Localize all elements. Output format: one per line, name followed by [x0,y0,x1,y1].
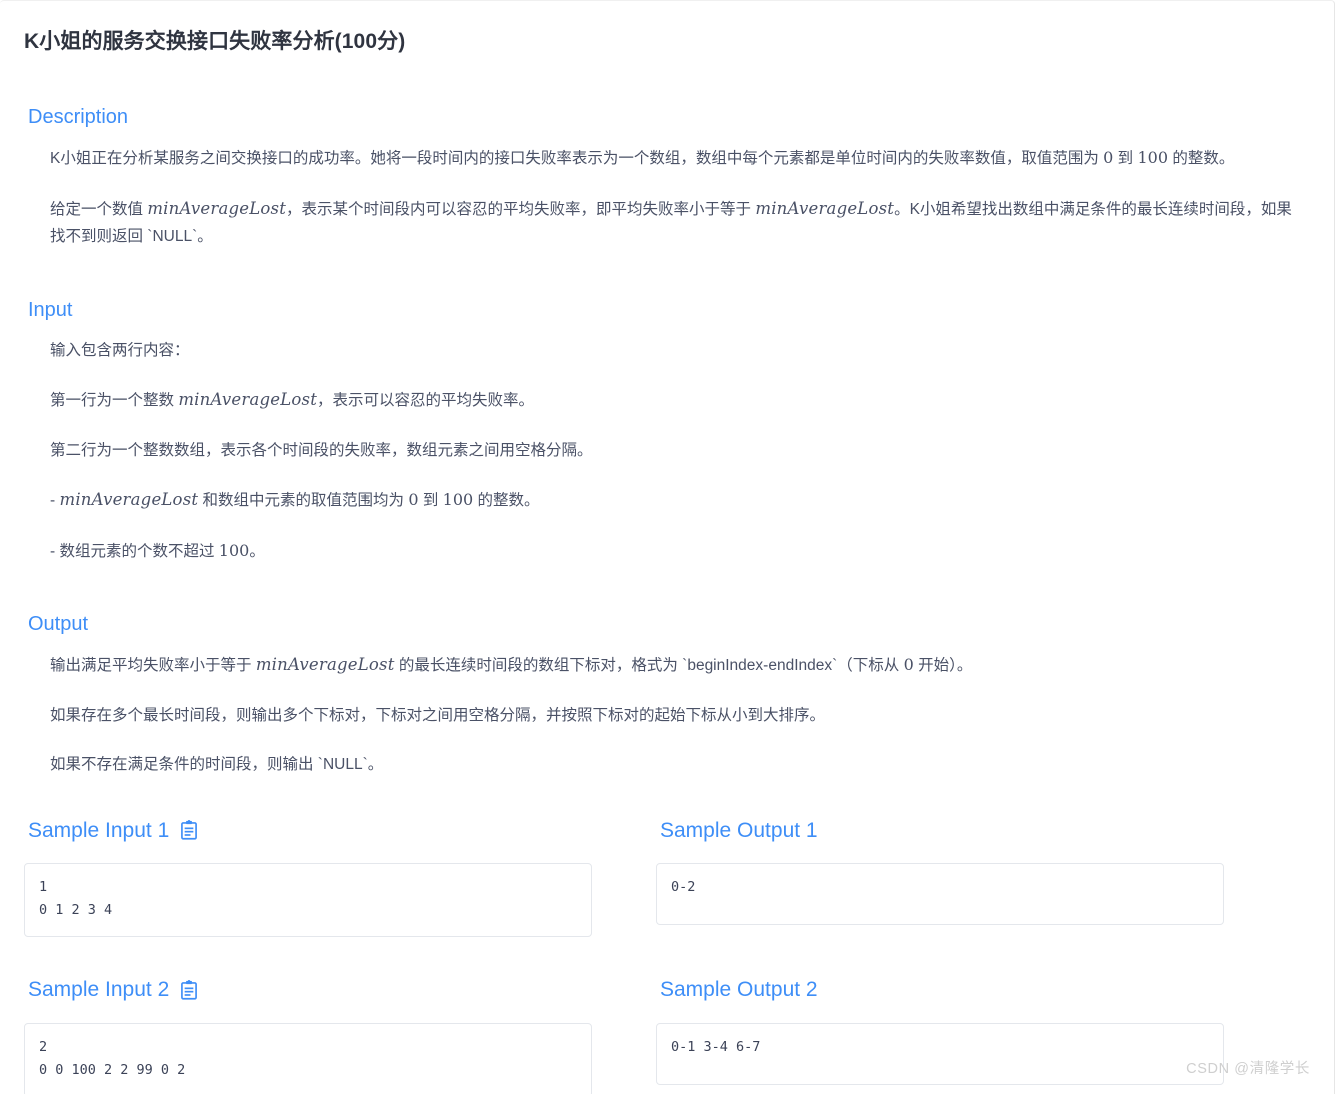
description-body: K小姐正在分析某服务之间交换接口的成功率。她将一段时间内的接口失败率表示为一个数… [50,144,1310,250]
sample-output-2-label: Sample Output 2 [660,978,818,1002]
paragraph: - minAverageLost 和数组中元素的取值范围均为 0 到 100 的… [50,489,540,509]
clipboard-icon[interactable] [179,820,199,840]
output-body: 输出满足平均失败率小于等于 minAverageLost 的最长连续时间段的数组… [50,651,1310,778]
paragraph: 给定一个数值 minAverageLost，表示某个时间段内可以容忍的平均失败率… [50,198,1292,246]
page-title: K小姐的服务交换接口失败率分析(100分) [24,30,406,53]
section-heading-description: Description [28,106,129,129]
sample-pair-2: Sample Input 2 2 0 0 100 2 2 99 0 2 Samp… [24,977,1310,1094]
paragraph: 第一行为一个整数 minAverageLost，表示可以容忍的平均失败率。 [50,389,535,409]
paragraph: 第二行为一个整数数组，表示各个时间段的失败率，数组元素之间用空格分隔。 [50,441,593,459]
content-container: K小姐的服务交换接口失败率分析(100分) Description K小姐正在分… [0,1,1334,1094]
sample-input-1-code: 1 0 1 2 3 4 [24,862,592,938]
paragraph: - 数组元素的个数不超过 100。 [50,540,265,560]
sample-input-2-label: Sample Input 2 [28,978,170,1002]
section-heading-output: Output [28,612,89,635]
sample-input-1-header: Sample Input 1 [28,818,592,843]
problem-page: K小姐的服务交换接口失败率分析(100分) Description K小姐正在分… [0,0,1335,1094]
sample-output-1-label: Sample Output 1 [660,818,818,842]
paragraph: 如果存在多个最长时间段，则输出多个下标对，下标对之间用空格分隔，并按照下标对的起… [50,706,826,724]
sample-output-1-header: Sample Output 1 [660,818,1224,843]
paragraph: 输入包含两行内容： [50,341,190,359]
sample-input-1-label: Sample Input 1 [28,818,170,842]
sample-input-2-column: Sample Input 2 2 0 0 100 2 2 99 0 2 [24,977,592,1094]
sample-output-2-column: Sample Output 2 0-1 3-4 6-7 [656,977,1224,1094]
sample-output-2-code: 0-1 3-4 6-7 [656,1022,1224,1085]
paragraph: 如果不存在满足条件的时间段，则输出 `NULL`。 [50,755,384,773]
sample-output-2-header: Sample Output 2 [660,977,1224,1002]
sample-input-2-code: 2 0 0 100 2 2 99 0 2 [24,1022,592,1094]
section-heading-input: Input [28,298,73,321]
input-body: 输入包含两行内容： 第一行为一个整数 minAverageLost，表示可以容忍… [50,337,1310,565]
sample-pair-1: Sample Input 1 1 0 1 2 3 4 Sample Output… [24,818,1310,938]
sample-input-2-header: Sample Input 2 [28,977,592,1002]
clipboard-icon[interactable] [179,979,199,1000]
paragraph: K小姐正在分析某服务之间交换接口的成功率。她将一段时间内的接口失败率表示为一个数… [50,148,1235,168]
sample-output-1-code: 0-2 [656,862,1224,925]
sample-input-1-column: Sample Input 1 1 0 1 2 3 4 [24,818,592,938]
sample-output-1-column: Sample Output 1 0-2 [656,818,1224,938]
paragraph: 输出满足平均失败率小于等于 minAverageLost 的最长连续时间段的数组… [50,654,973,674]
